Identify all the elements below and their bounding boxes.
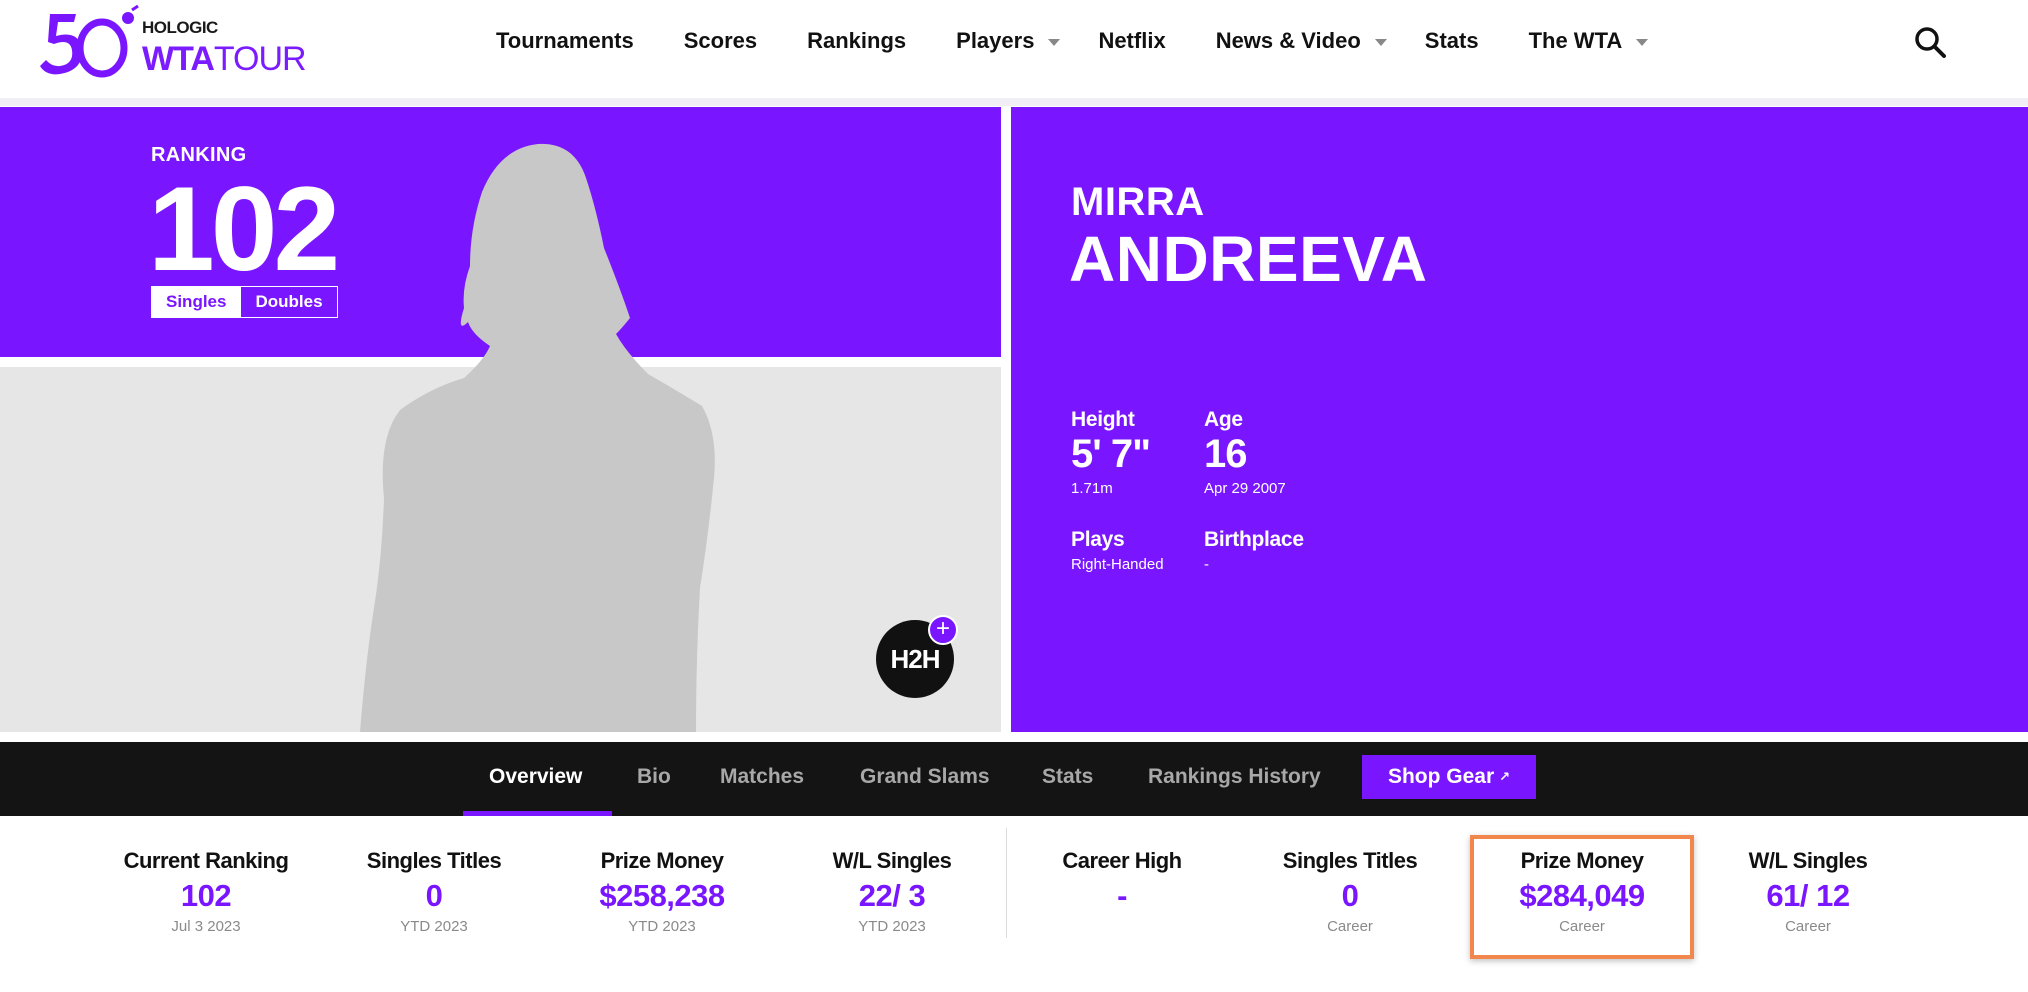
nav-label: The WTA	[1528, 28, 1623, 53]
stat-value: 0	[425, 878, 443, 913]
stat-sub: YTD 2023	[628, 918, 696, 935]
nav-netflix[interactable]: Netflix	[1098, 28, 1165, 54]
plus-icon[interactable]: +	[928, 615, 958, 645]
stat-singles-titles-career: Singles Titles 0 Career	[1250, 848, 1450, 935]
stat-sub: Career	[1327, 918, 1373, 935]
external-link-icon: ↗	[1499, 769, 1511, 784]
stat-value: -	[1117, 878, 1127, 913]
nav-tournaments[interactable]: Tournaments	[496, 28, 634, 54]
stat-career-high: Career High -	[1022, 848, 1222, 918]
ranking-value: 102	[148, 162, 340, 296]
player-silhouette-image	[360, 143, 715, 732]
stat-label: Current Ranking	[123, 848, 289, 873]
active-tab-indicator	[463, 811, 612, 816]
toggle-singles[interactable]: Singles	[152, 287, 241, 317]
nav-rankings[interactable]: Rankings	[807, 28, 906, 54]
toggle-doubles[interactable]: Doubles	[240, 287, 336, 317]
plays-value: Right-Handed	[1071, 556, 1164, 573]
nav-label: Scores	[683, 28, 758, 53]
highlight-box	[1470, 835, 1694, 959]
player-last-name: ANDREEVA	[1069, 223, 1428, 295]
nav-stats[interactable]: Stats	[1425, 28, 1479, 54]
age-value: 16	[1204, 432, 1247, 476]
caret-down-icon	[1048, 38, 1061, 46]
stat-wl-singles-career: W/L Singles 61/ 12 Career	[1708, 848, 1908, 935]
stat-value: 61/ 12	[1766, 878, 1850, 913]
wta-text: WTA	[142, 40, 215, 78]
tour-text: TOUR	[213, 40, 307, 78]
stat-sub: Jul 3 2023	[171, 918, 241, 935]
nav-the-wta[interactable]: The WTA	[1529, 28, 1649, 54]
stat-current-ranking: Current Ranking 102 Jul 3 2023	[106, 848, 306, 935]
stat-label: Singles Titles	[366, 848, 502, 873]
stat-value: 22/ 3	[858, 878, 926, 913]
caret-down-icon	[1636, 38, 1649, 46]
nav-scores[interactable]: Scores	[684, 28, 757, 54]
caret-down-icon	[1374, 38, 1387, 46]
wta-tour-wordmark: WTATOUR	[142, 40, 307, 79]
profile-tabs-bar	[0, 742, 2028, 816]
birth-date: Apr 29 2007	[1204, 480, 1286, 497]
plays-label: Plays	[1071, 528, 1125, 551]
main-nav: Tournaments Scores Rankings Players Netf…	[496, 0, 1686, 82]
stat-prize-money-ytd: Prize Money $258,238 YTD 2023	[552, 848, 772, 935]
stat-label: W/L Singles	[832, 848, 952, 873]
stats-divider	[1006, 828, 1007, 938]
height-metric: 1.71m	[1071, 480, 1113, 497]
stat-value: $258,238	[599, 878, 725, 913]
stat-label: W/L Singles	[1748, 848, 1868, 873]
tab-matches[interactable]: Matches	[720, 742, 804, 816]
age-label: Age	[1204, 408, 1243, 431]
shop-gear-button[interactable]: Shop Gear ↗	[1362, 755, 1536, 799]
search-icon	[1915, 27, 1946, 58]
ranking-type-toggle: Singles Doubles	[151, 286, 338, 318]
stat-wl-singles-ytd: W/L Singles 22/ 3 YTD 2023	[792, 848, 992, 935]
nav-players[interactable]: Players	[956, 28, 1061, 54]
plays-info: Plays Right-Handed	[1071, 528, 1164, 573]
age-info: Age 16 Apr 29 2007	[1204, 408, 1286, 497]
tab-grand-slams[interactable]: Grand Slams	[860, 742, 990, 816]
nav-label: News & Video	[1215, 28, 1361, 53]
stat-label: Prize Money	[600, 848, 724, 873]
height-info: Height 5' 7" 1.71m	[1071, 408, 1151, 497]
wta-50-logo-icon	[40, 4, 139, 78]
site-header: HOLOGIC WTATOUR Tournaments Scores Ranki…	[0, 0, 2028, 98]
tab-rankings-history[interactable]: Rankings History	[1148, 742, 1321, 816]
stat-value: 102	[180, 878, 232, 913]
stat-sub: Career	[1785, 918, 1831, 935]
birthplace-info: Birthplace -	[1204, 528, 1304, 573]
stat-sub: YTD 2023	[400, 918, 468, 935]
nav-label: Tournaments	[496, 28, 634, 53]
tab-bio[interactable]: Bio	[637, 742, 671, 816]
stat-label: Career High	[1062, 848, 1182, 873]
nav-label: Stats	[1424, 28, 1479, 53]
shop-gear-label: Shop Gear	[1387, 765, 1495, 788]
header-divider	[0, 98, 2028, 106]
birthplace-value: -	[1204, 556, 1209, 573]
birthplace-label: Birthplace	[1204, 528, 1304, 551]
search-button[interactable]	[1912, 24, 1948, 60]
player-first-name: MIRRA	[1071, 180, 1205, 224]
nav-label: Rankings	[807, 28, 907, 53]
wta-logo[interactable]: HOLOGIC WTATOUR	[36, 4, 316, 82]
nav-news-video[interactable]: News & Video	[1216, 28, 1387, 54]
stat-label: Singles Titles	[1282, 848, 1418, 873]
stat-singles-titles-ytd: Singles Titles 0 YTD 2023	[334, 848, 534, 935]
height-value: 5' 7"	[1071, 432, 1151, 476]
nav-label: Netflix	[1098, 28, 1166, 53]
height-label: Height	[1071, 408, 1135, 431]
tab-overview[interactable]: Overview	[489, 742, 582, 816]
tab-stats[interactable]: Stats	[1042, 742, 1093, 816]
hologic-wordmark: HOLOGIC	[142, 18, 218, 37]
nav-label: Players	[956, 28, 1035, 53]
stat-value: 0	[1341, 878, 1359, 913]
stat-sub: YTD 2023	[858, 918, 926, 935]
